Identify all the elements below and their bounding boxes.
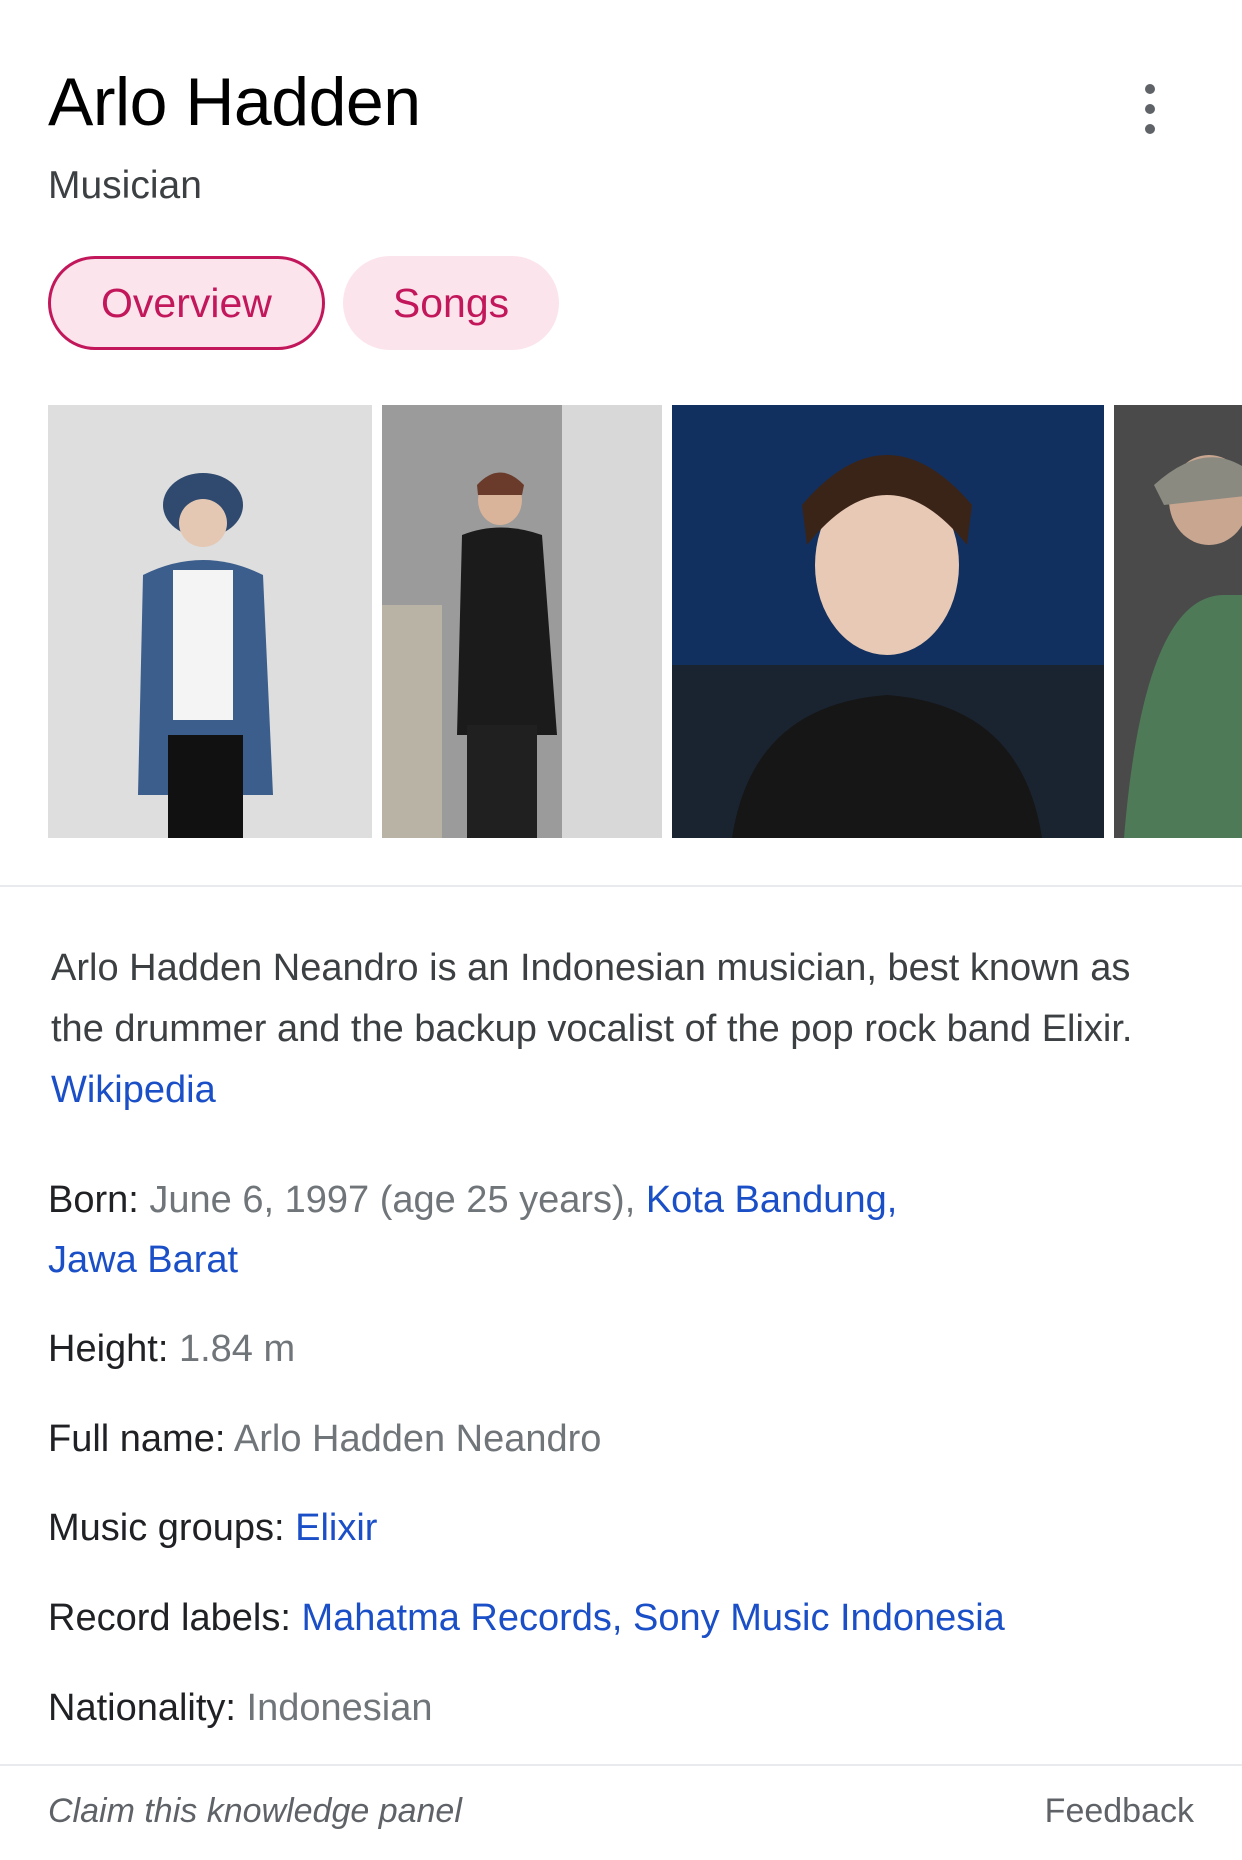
- wikipedia-link[interactable]: Wikipedia: [51, 1069, 216, 1111]
- fact-label: Born:: [48, 1179, 139, 1221]
- panel-header: Arlo Hadden Musician: [48, 62, 1194, 222]
- fact-label: Full name:: [48, 1418, 226, 1460]
- fact-label: Nationality:: [48, 1687, 236, 1729]
- fact-label: Height:: [48, 1328, 169, 1370]
- description-text: Arlo Hadden Neandro is an Indonesian mus…: [51, 947, 1133, 1050]
- tab-bar: Overview Songs: [48, 256, 560, 350]
- fact-nationality: Nationality: Indonesian: [48, 1678, 432, 1738]
- fact-full-name: Full name: Arlo Hadden Neandro: [48, 1409, 601, 1469]
- feedback-link[interactable]: Feedback: [1045, 1792, 1194, 1831]
- panel-footer: Claim this knowledge panel Feedback: [48, 1792, 1194, 1842]
- fact-born: Born: June 6, 1997 (age 25 years), Kota …: [48, 1170, 1148, 1290]
- birthplace-link[interactable]: Kota Bandung,: [646, 1179, 897, 1221]
- fact-record-labels: Record labels: Mahatma Records, Sony Mus…: [48, 1588, 1005, 1648]
- fact-music-groups: Music groups: Elixir: [48, 1498, 377, 1558]
- fact-height: Height: 1.84 m: [48, 1319, 295, 1379]
- tab-overview[interactable]: Overview: [48, 256, 325, 350]
- fact-value: Indonesian: [246, 1687, 433, 1729]
- page-subtitle: Musician: [48, 164, 202, 207]
- footer-divider: [0, 1764, 1242, 1766]
- photo-4[interactable]: [1114, 405, 1242, 838]
- image-carousel[interactable]: [48, 405, 1242, 838]
- photo-1[interactable]: [48, 405, 372, 838]
- fact-label: Record labels:: [48, 1597, 291, 1639]
- photo-3[interactable]: [672, 405, 1104, 838]
- tab-songs[interactable]: Songs: [342, 256, 560, 350]
- section-divider: [0, 885, 1242, 887]
- birthplace-region-link[interactable]: Jawa Barat: [48, 1239, 238, 1281]
- fact-value: Arlo Hadden Neandro: [233, 1418, 602, 1460]
- page-title: Arlo Hadden: [48, 64, 421, 140]
- description: Arlo Hadden Neandro is an Indonesian mus…: [51, 938, 1181, 1121]
- record-labels-link[interactable]: Mahatma Records, Sony Music Indonesia: [301, 1597, 1004, 1639]
- music-group-link[interactable]: Elixir: [295, 1507, 377, 1549]
- fact-value: June 6, 1997 (age 25 years),: [149, 1179, 636, 1221]
- fact-label: Music groups:: [48, 1507, 285, 1549]
- fact-value: 1.84 m: [178, 1328, 296, 1370]
- photo-2[interactable]: [382, 405, 662, 838]
- claim-panel-link[interactable]: Claim this knowledge panel: [48, 1792, 462, 1831]
- more-vert-icon[interactable]: [1138, 84, 1162, 134]
